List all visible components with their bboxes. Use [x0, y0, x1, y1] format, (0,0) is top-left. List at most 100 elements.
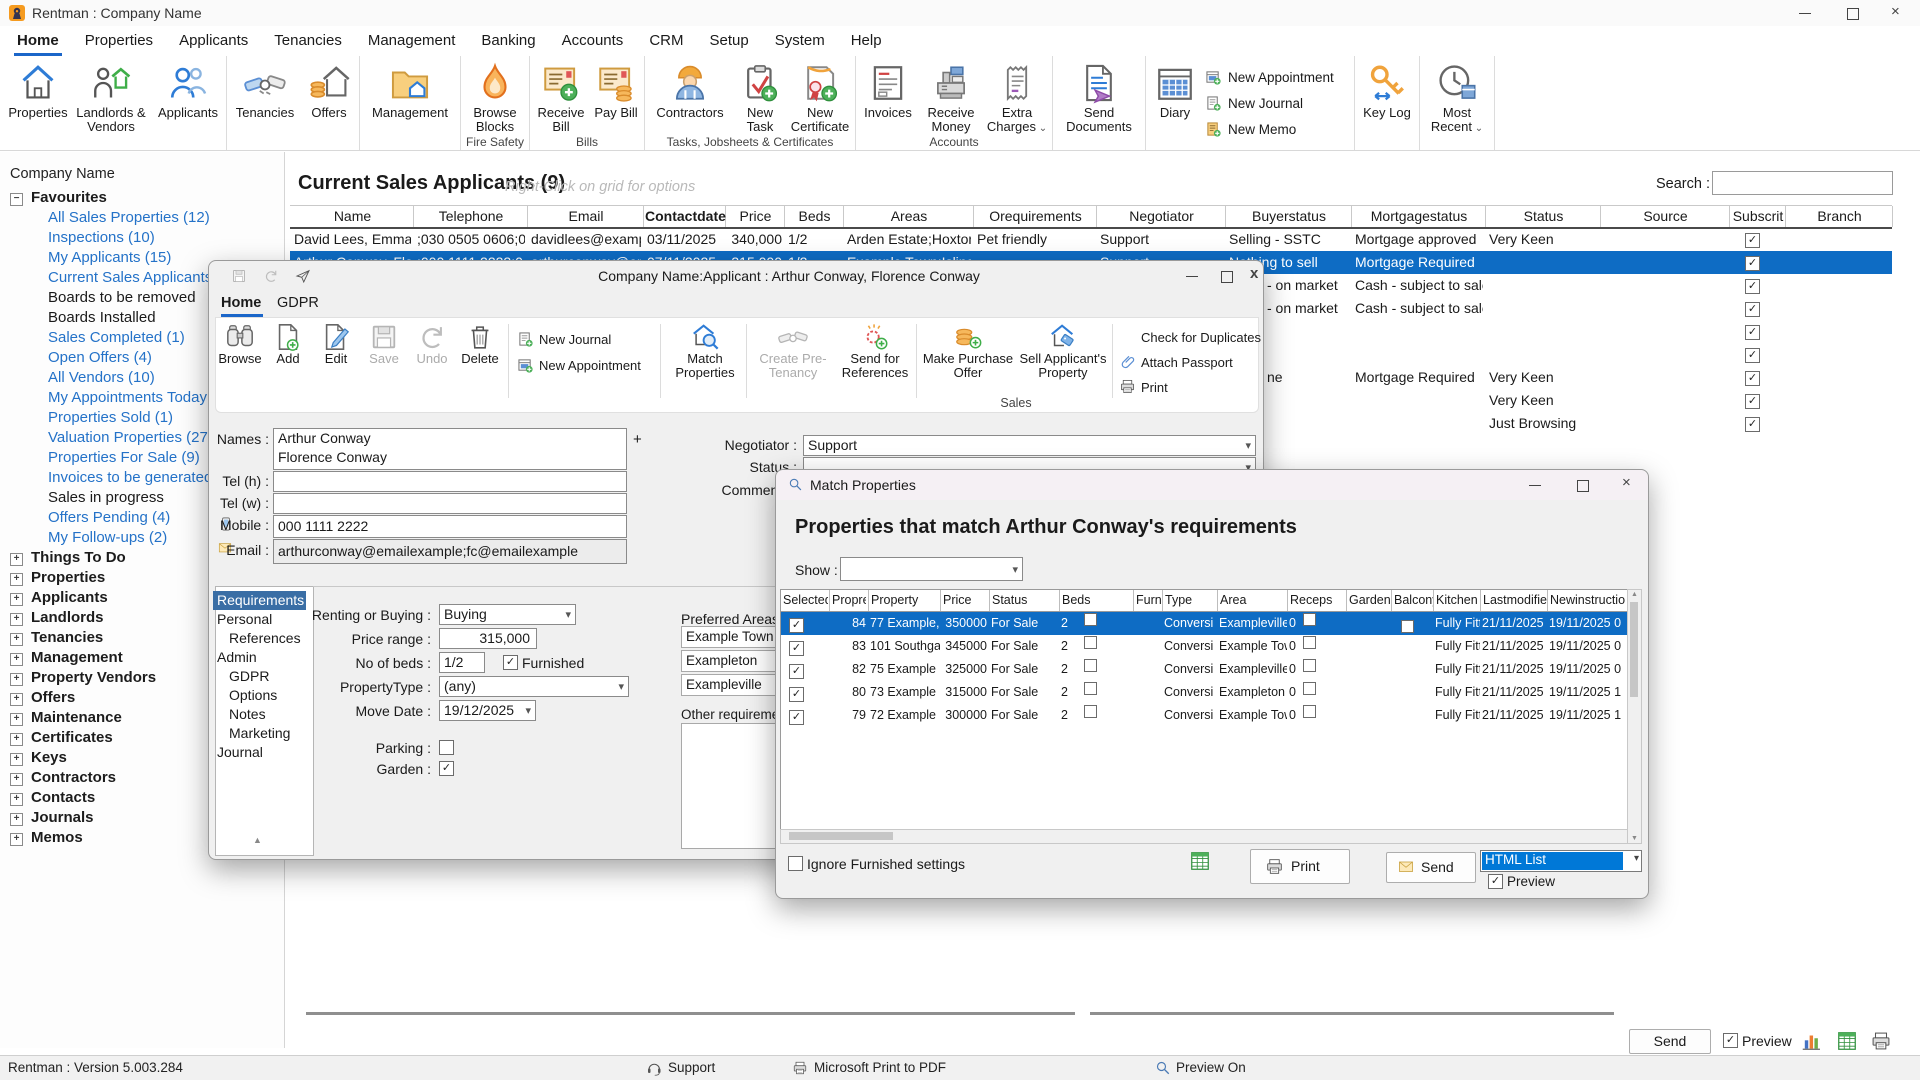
- match-selected-checkbox[interactable]: [787, 704, 809, 727]
- pay-bill-button[interactable]: Pay Bill: [590, 56, 642, 120]
- expand-icon[interactable]: +: [10, 673, 23, 686]
- match-selected-checkbox[interactable]: [787, 635, 809, 658]
- match-column-balcony[interactable]: Balcony: [1391, 590, 1433, 611]
- save-icon[interactable]: [231, 268, 247, 284]
- subscribed-checkbox[interactable]: [1745, 324, 1760, 342]
- match-column-type[interactable]: Type: [1162, 590, 1217, 611]
- match-garden-checkbox[interactable]: [1303, 705, 1316, 718]
- minimize-button[interactable]: [1783, 0, 1827, 26]
- match-furnished-checkbox[interactable]: [1084, 613, 1097, 626]
- undo-button[interactable]: Undo: [408, 322, 456, 366]
- expand-icon[interactable]: +: [10, 573, 23, 586]
- match-properties-button[interactable]: Match Properties: [666, 322, 744, 380]
- tree-favourites[interactable]: −Favourites: [0, 188, 284, 208]
- subscribed-checkbox[interactable]: [1745, 347, 1760, 365]
- dialog-close-button[interactable]: x: [1242, 265, 1272, 287]
- expand-icon[interactable]: +: [10, 713, 23, 726]
- move-date-combo[interactable]: 19/12/2025: [439, 700, 536, 721]
- match-column-price[interactable]: Price: [940, 590, 987, 611]
- grid-column-name[interactable]: Name: [292, 206, 414, 227]
- match-row-1[interactable]: 8477 Example, E350000For Sale2ConversiEx…: [781, 612, 1627, 635]
- new-task-button[interactable]: New Task: [733, 56, 787, 134]
- dialog-maximize-button[interactable]: [1212, 265, 1242, 287]
- close-button[interactable]: ×: [1876, 0, 1920, 26]
- match-column-receps[interactable]: Receps: [1287, 590, 1344, 611]
- excel-export-icon[interactable]: [1836, 1030, 1858, 1052]
- grid-column-price[interactable]: Price: [727, 206, 785, 227]
- match-column-selected[interactable]: Selected: [781, 590, 828, 611]
- match-excel-icon[interactable]: [1189, 850, 1211, 872]
- renting-combo[interactable]: Buying: [439, 604, 576, 625]
- nav-scroll-up-icon[interactable]: ▲: [253, 835, 262, 845]
- grid-column-branch[interactable]: Branch: [1787, 206, 1893, 227]
- grid-column-buyerstatus[interactable]: Buyerstatus: [1227, 206, 1352, 227]
- expand-icon[interactable]: +: [10, 833, 23, 846]
- check-for-duplicates-button[interactable]: Check for Duplicates: [1141, 326, 1261, 348]
- match-garden-checkbox[interactable]: [1303, 682, 1316, 695]
- browse-blocks-button[interactable]: Browse Blocks: [463, 56, 527, 134]
- subscribed-checkbox[interactable]: [1745, 416, 1760, 434]
- properties-button[interactable]: Properties: [6, 56, 70, 120]
- dialog-minimize-button[interactable]: [1177, 265, 1207, 287]
- match-selected-checkbox[interactable]: [787, 612, 809, 635]
- expand-icon[interactable]: +: [10, 733, 23, 746]
- format-combo[interactable]: HTML List ▾: [1480, 850, 1642, 872]
- match-maximize-button[interactable]: [1568, 474, 1598, 496]
- collapse-icon[interactable]: −: [10, 193, 23, 206]
- expand-icon[interactable]: +: [10, 593, 23, 606]
- expand-icon[interactable]: +: [10, 813, 23, 826]
- match-garden-checkbox[interactable]: [1303, 659, 1316, 672]
- match-column-kitchen[interactable]: Kitchen: [1433, 590, 1480, 611]
- match-vscrollbar[interactable]: ▲ ▼: [1627, 589, 1642, 844]
- subscribed-checkbox[interactable]: [1745, 393, 1760, 411]
- menu-item-management[interactable]: Management: [355, 26, 469, 56]
- receive-bill-button[interactable]: Receive Bill: [532, 56, 590, 134]
- management-button[interactable]: Management: [362, 56, 458, 120]
- match-column-newinstruction[interactable]: Newinstruction: [1547, 590, 1625, 611]
- expand-icon[interactable]: +: [10, 793, 23, 806]
- ignore-furnished-checkbox[interactable]: [788, 856, 803, 871]
- status-preview-on[interactable]: Preview On: [1176, 1060, 1246, 1075]
- chart-icon[interactable]: [1800, 1030, 1822, 1052]
- expand-icon[interactable]: +: [10, 753, 23, 766]
- menu-item-home[interactable]: Home: [4, 26, 72, 56]
- match-hscrollbar[interactable]: [780, 829, 1628, 844]
- new-journal-button[interactable]: New Journal: [518, 328, 611, 350]
- grid-column-email[interactable]: Email: [529, 206, 644, 227]
- applicants-button[interactable]: Applicants: [152, 56, 224, 120]
- match-row-2[interactable]: 83101 Southgate345000For Sale2ConversiEx…: [781, 635, 1627, 658]
- match-furnished-checkbox[interactable]: [1084, 636, 1097, 649]
- grid-column-orequirements[interactable]: Orequirements: [975, 206, 1097, 227]
- receive-money-button[interactable]: Receive Money: [918, 56, 984, 134]
- match-column-area[interactable]: Area: [1217, 590, 1287, 611]
- garden-checkbox[interactable]: [439, 761, 454, 776]
- match-garden-checkbox[interactable]: [1303, 636, 1316, 649]
- subscribed-checkbox[interactable]: [1745, 278, 1760, 296]
- menu-item-banking[interactable]: Banking: [468, 26, 548, 56]
- match-minimize-button[interactable]: [1520, 474, 1550, 496]
- menu-item-properties[interactable]: Properties: [72, 26, 166, 56]
- match-close-button[interactable]: ×: [1614, 474, 1644, 496]
- match-column-propref[interactable]: Propref: [829, 590, 866, 611]
- grid-column-status[interactable]: Status: [1487, 206, 1601, 227]
- match-column-garden[interactable]: Garden: [1346, 590, 1391, 611]
- match-furnished-checkbox[interactable]: [1084, 705, 1097, 718]
- expand-icon[interactable]: +: [10, 653, 23, 666]
- mobile-field[interactable]: 000 1111 2222: [273, 515, 627, 538]
- match-column-furnished[interactable]: Furnished: [1133, 590, 1162, 611]
- grid-column-telephone[interactable]: Telephone: [415, 206, 528, 227]
- expand-icon[interactable]: +: [10, 773, 23, 786]
- print-icon[interactable]: [1870, 1030, 1892, 1052]
- undo-icon[interactable]: [263, 268, 279, 284]
- property-type-combo[interactable]: (any): [439, 676, 629, 697]
- match-furnished-checkbox[interactable]: [1084, 682, 1097, 695]
- names-field[interactable]: Arthur ConwayFlorence Conway: [273, 428, 627, 470]
- email-field[interactable]: arthurconway@emailexample;fc@emailexampl…: [273, 539, 627, 564]
- make-purchase-offer-button[interactable]: Make Purchase Offer: [922, 322, 1014, 380]
- grid-hscrollbar-track[interactable]: [1090, 1012, 1614, 1015]
- expand-icon[interactable]: +: [10, 553, 23, 566]
- new-journal-button[interactable]: New Journal: [1202, 90, 1352, 116]
- match-column-status[interactable]: Status: [989, 590, 1057, 611]
- subscribed-checkbox[interactable]: [1745, 370, 1760, 388]
- menu-item-applicants[interactable]: Applicants: [166, 26, 261, 56]
